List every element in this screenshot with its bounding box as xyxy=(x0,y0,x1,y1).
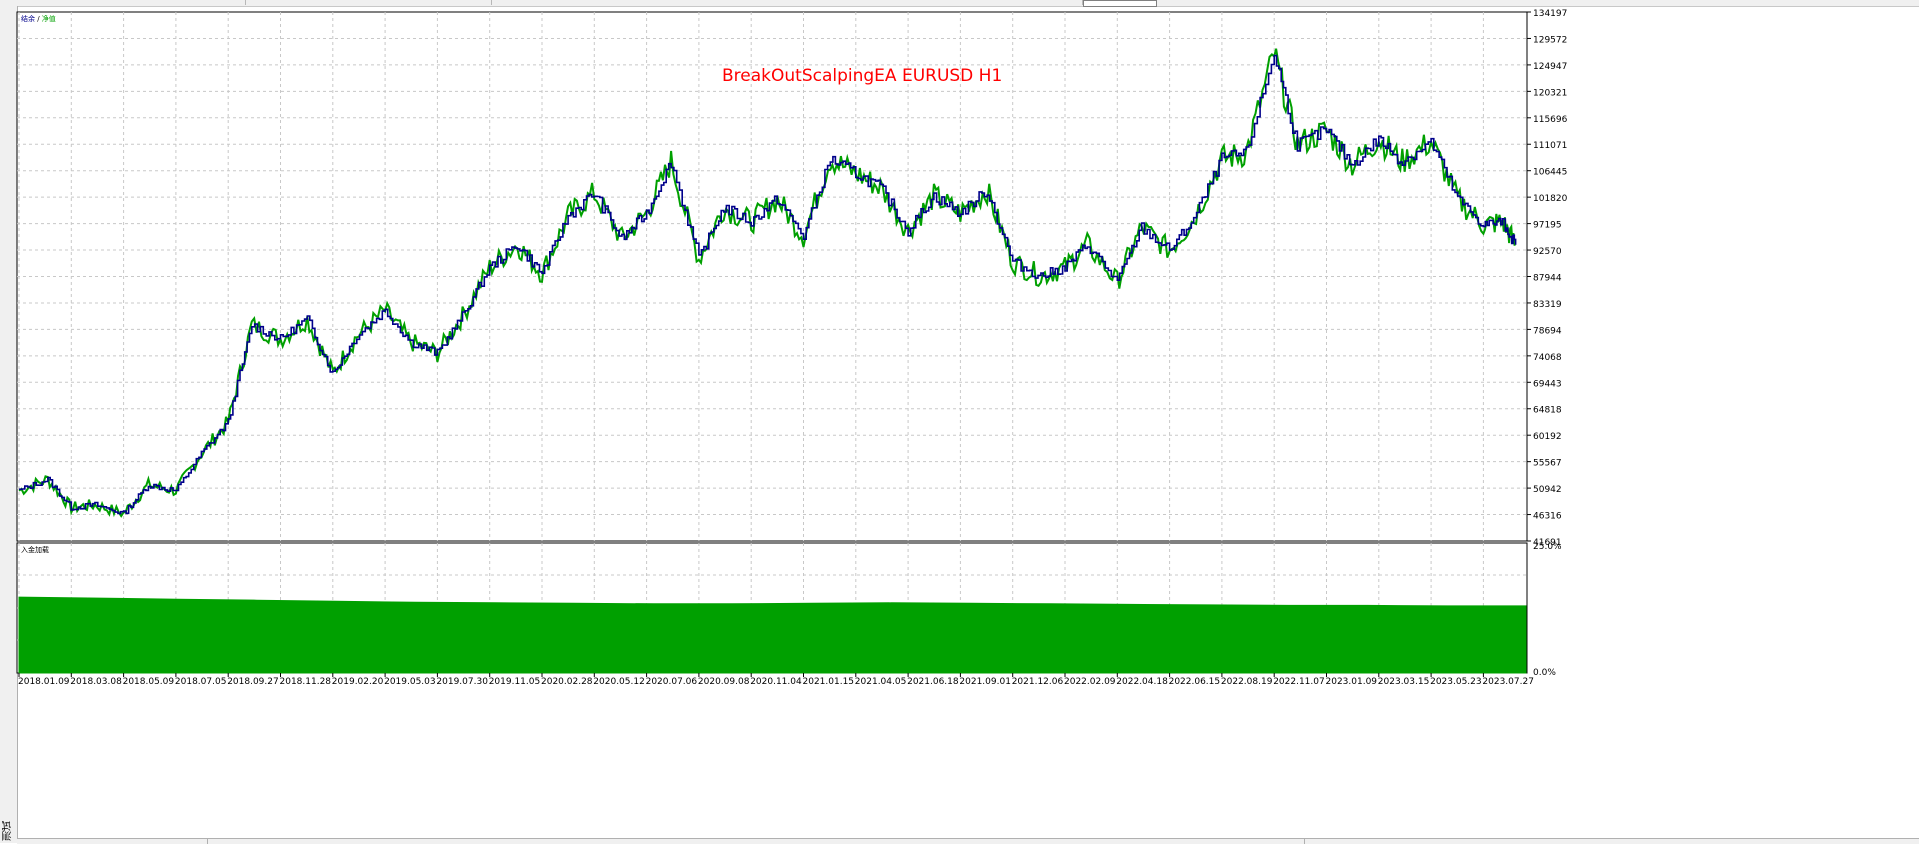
y-tick-label: 50942 xyxy=(1533,485,1562,495)
x-tick-label: 2019.02.20 xyxy=(332,677,384,687)
y-tick-label: 83319 xyxy=(1533,300,1562,310)
y-tick-label: 69443 xyxy=(1533,379,1562,389)
legend: 结余 / 净值 xyxy=(21,14,56,23)
x-tick-label: 2018.01.09 xyxy=(18,677,70,687)
x-tick-label: 2018.03.08 xyxy=(70,677,122,687)
x-tick-label: 2021.04.05 xyxy=(855,677,907,687)
tester-chart: 134197 129572 124947 120321 115696 111071 1064… xyxy=(0,0,1919,843)
sub-y-tick-label: 0.0% xyxy=(1533,668,1556,678)
platform-logo-icon xyxy=(1662,776,1692,806)
y-tick-label: 87944 xyxy=(1533,274,1562,284)
legend-equity: 净值 xyxy=(42,14,56,23)
x-tick-label: 2019.11.05 xyxy=(489,677,541,687)
sub-y-tick-label: 25.0% xyxy=(1533,542,1562,552)
x-tick-label: 2023.03.15 xyxy=(1378,677,1430,687)
x-tick-label: 2018.09.27 xyxy=(227,677,279,687)
deposit-load-panel: 入金加载 25.0% 0.0% xyxy=(17,542,1562,678)
y-tick-label: 60192 xyxy=(1533,432,1562,442)
x-tick-label: 2023.05.23 xyxy=(1430,677,1482,687)
x-tick-label: 2021.01.15 xyxy=(803,677,855,687)
y-tick-label: 120321 xyxy=(1533,88,1567,98)
x-tick-label: 2020.09.08 xyxy=(698,677,750,687)
watermark-text: @【雄观天下】 xyxy=(1700,773,1875,809)
x-tick-label: 2019.07.30 xyxy=(436,677,488,687)
main-plot-frame xyxy=(17,12,1527,541)
y-tick-label: 134197 xyxy=(1533,9,1567,19)
x-tick-label: 2020.02.28 xyxy=(541,677,593,687)
x-tick-label: 2020.11.04 xyxy=(750,677,802,687)
x-tick-label: 2022.11.07 xyxy=(1273,677,1325,687)
x-tick-label: 2023.01.09 xyxy=(1326,677,1378,687)
x-tick-label: 2019.05.03 xyxy=(384,677,436,687)
x-tick-label: 2022.02.09 xyxy=(1064,677,1116,687)
y-tick-label: 55567 xyxy=(1533,459,1562,469)
y-tick-label: 111071 xyxy=(1533,141,1567,151)
balance-chart-panel: 134197 129572 124947 120321 115696 111071 1064… xyxy=(17,9,1568,548)
x-tick-label: 2022.04.18 xyxy=(1116,677,1168,687)
x-tick-label: 2021.12.06 xyxy=(1012,677,1064,687)
y-tick-label: 101820 xyxy=(1533,194,1568,204)
bottom-tabs xyxy=(17,838,1919,844)
x-tick-label: 2018.05.09 xyxy=(123,677,175,687)
y-tick-label: 64818 xyxy=(1533,406,1562,416)
y-tick-label: 115696 xyxy=(1533,115,1568,125)
x-tick-label: 2022.06.15 xyxy=(1169,677,1221,687)
x-axis: 2018.01.092018.03.082018.05.092018.07.05… xyxy=(18,673,1534,687)
sub-legend: 入金加载 xyxy=(21,545,49,554)
x-tick-label: 2018.11.28 xyxy=(280,677,332,687)
legend-balance: 结余 xyxy=(21,14,35,23)
deposit-load-area xyxy=(19,597,1526,673)
y-tick-label: 129572 xyxy=(1533,35,1567,45)
x-tick-label: 2020.05.12 xyxy=(593,677,645,687)
x-tick-label: 2021.06.18 xyxy=(907,677,959,687)
x-tick-label: 2022.08.19 xyxy=(1221,677,1273,687)
x-tick-label: 2021.09.01 xyxy=(959,677,1011,687)
y-tick-label: 97195 xyxy=(1533,221,1562,231)
y-tick-label: 46316 xyxy=(1533,512,1562,522)
x-tick-label: 2023.07.27 xyxy=(1482,677,1534,687)
y-tick-label: 106445 xyxy=(1533,168,1567,178)
bottom-tab[interactable] xyxy=(17,839,208,844)
y-tick-label: 74068 xyxy=(1533,353,1562,363)
chart-title: BreakOutScalpingEA EURUSD H1 xyxy=(722,66,1002,86)
y-tick-label: 92570 xyxy=(1533,247,1562,257)
y-tick-label: 78694 xyxy=(1533,326,1562,336)
x-tick-label: 2018.07.05 xyxy=(175,677,227,687)
watermark: @【雄观天下】 xyxy=(1662,773,1875,809)
legend-separator: / xyxy=(35,15,42,23)
x-tick-label: 2020.07.06 xyxy=(646,677,698,687)
bottom-tab[interactable] xyxy=(214,839,1305,844)
y-tick-label: 124947 xyxy=(1533,62,1567,72)
